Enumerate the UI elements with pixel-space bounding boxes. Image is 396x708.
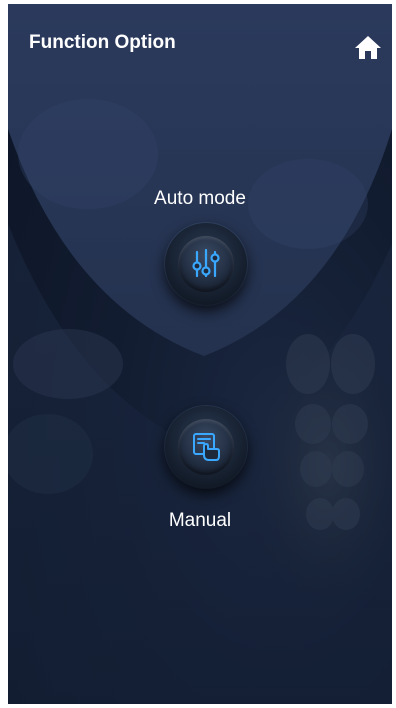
home-icon [355,36,381,59]
auto-mode-button[interactable] [165,223,247,305]
function-option-screen: Function Option Auto mode Manual [8,4,392,704]
sliders-icon [192,248,220,278]
manual-mode-button[interactable] [165,406,247,488]
home-button[interactable] [353,32,383,62]
page-title: Function Option [29,32,176,53]
header-bar: Function Option [8,4,392,84]
manual-mode-label: Manual [168,510,232,531]
hand-touch-icon [193,433,220,461]
background-artwork [8,4,392,704]
auto-mode-label: Auto mode [154,188,246,209]
